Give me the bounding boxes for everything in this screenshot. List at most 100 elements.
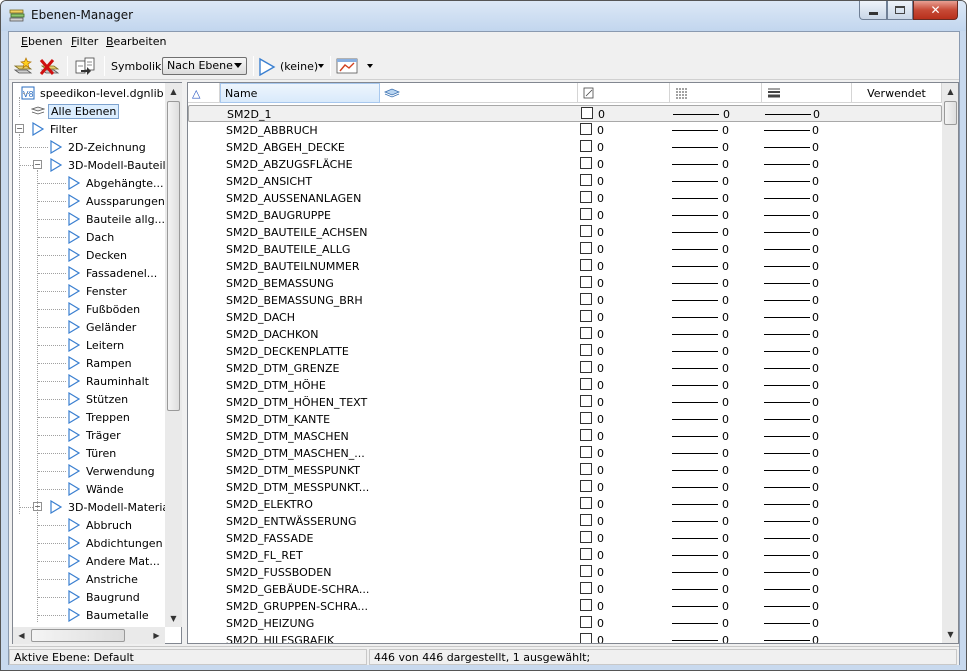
tree-node-filter[interactable]: Dach <box>67 228 116 246</box>
display-checkbox[interactable] <box>580 446 592 458</box>
tree-node-filter[interactable]: Geländer <box>67 318 138 336</box>
scroll-up-icon[interactable]: ▲ <box>165 83 182 100</box>
tree-node-filter[interactable]: Treppen <box>67 408 132 426</box>
table-row[interactable]: SM2D_ABBRUCH 0 0 0 <box>188 122 942 139</box>
tree-node-filter[interactable]: Rauminhalt <box>67 372 151 390</box>
display-checkbox[interactable] <box>580 276 592 288</box>
table-row[interactable]: SM2D_DTM_HÖHEN_TEXT 0 0 0 <box>188 394 942 411</box>
display-checkbox[interactable] <box>580 310 592 322</box>
display-checkbox[interactable] <box>580 140 592 152</box>
display-checkbox[interactable] <box>580 531 592 543</box>
tree-node-filter[interactable]: Abgehängte... <box>67 174 165 192</box>
table-row[interactable]: SM2D_DTM_MESSPUNKT 0 0 0 <box>188 462 942 479</box>
tree-node-filter[interactable]: Andere Mat... <box>67 552 162 570</box>
table-row[interactable]: SM2D_AUSSENANLAGEN 0 0 0 <box>188 190 942 207</box>
table-row[interactable]: SM2D_DACHKON 0 0 0 <box>188 326 942 343</box>
display-checkbox[interactable] <box>580 412 592 424</box>
scroll-left-icon[interactable]: ◀ <box>13 627 30 644</box>
tree-node-filter[interactable]: Rampen <box>67 354 134 372</box>
scroll-thumb[interactable] <box>167 101 180 411</box>
tree-vertical-scrollbar[interactable]: ▲ ▼ <box>165 83 182 627</box>
tree-horizontal-scrollbar[interactable]: ◀ ▶ <box>13 627 165 644</box>
table-row[interactable]: SM2D_ABZUGSFLÄCHE 0 0 0 <box>188 156 942 173</box>
display-checkbox[interactable] <box>580 480 592 492</box>
tree-node-filter[interactable]: Türen <box>67 444 118 462</box>
table-row[interactable]: SM2D_ABGEH_DECKE 0 0 0 <box>188 139 942 156</box>
title-bar[interactable]: Ebenen-Manager ✕ <box>1 1 966 31</box>
display-checkbox[interactable] <box>580 599 592 611</box>
tree-root-library[interactable]: V8 speedikon-level.dgnlib <box>21 84 165 102</box>
table-row[interactable]: SM2D_FL_RET 0 0 0 <box>188 547 942 564</box>
display-checkbox[interactable] <box>580 395 592 407</box>
display-checkbox[interactable] <box>580 548 592 560</box>
display-mode-button[interactable] <box>335 55 361 77</box>
scroll-thumb-horizontal[interactable] <box>31 629 125 642</box>
tree-node-filter[interactable]: Baumetalle <box>67 606 151 623</box>
level-color-column-header[interactable] <box>380 83 578 103</box>
tree-node-filter[interactable]: Fußböden <box>67 300 142 318</box>
used-column-header[interactable]: Verwendet <box>852 83 942 103</box>
display-checkbox[interactable] <box>580 123 592 135</box>
table-row[interactable]: SM2D_ELEKTRO 0 0 0 <box>188 496 942 513</box>
tree-node-filter[interactable]: Baugrund <box>67 588 142 606</box>
tree-filter-root[interactable]: Filter <box>31 120 79 138</box>
display-checkbox[interactable] <box>580 327 592 339</box>
table-row[interactable]: SM2D_BAUTEILE_ACHSEN 0 0 0 <box>188 224 942 241</box>
tree-node-filter[interactable]: Decken <box>67 246 129 264</box>
tree-node-filter[interactable]: Abdichtungen <box>67 534 165 552</box>
tree-node-filter[interactable]: Fassadenel... <box>67 264 159 282</box>
tree-node-filter[interactable]: Anstriche <box>67 570 140 588</box>
display-checkbox[interactable] <box>580 208 592 220</box>
table-row[interactable]: SM2D_FUSSBODEN 0 0 0 <box>188 564 942 581</box>
close-button[interactable]: ✕ <box>913 1 958 20</box>
table-row[interactable]: SM2D_ENTWÄSSERUNG 0 0 0 <box>188 513 942 530</box>
sort-column-header[interactable]: △ <box>188 83 220 103</box>
scroll-up-icon[interactable]: ▲ <box>942 83 958 100</box>
list-vertical-scrollbar[interactable]: ▲ ▼ <box>942 83 958 643</box>
menu-filter[interactable]: Filter <box>71 35 98 48</box>
tree-node-filter[interactable]: Bauteile allg... <box>67 210 165 228</box>
filter-value[interactable]: (keine) <box>280 60 318 73</box>
level-display-button[interactable] <box>73 55 99 77</box>
filter-dropdown-icon[interactable] <box>318 64 324 68</box>
table-row[interactable]: SM2D_BAUTEILNUMMER 0 0 0 <box>188 258 942 275</box>
display-column-header[interactable] <box>578 83 670 103</box>
tree-node-filter[interactable]: Träger <box>67 426 123 444</box>
tree-node-filter[interactable]: Wände <box>67 480 126 498</box>
name-column-header[interactable]: Name <box>220 83 380 103</box>
tree-node-filter[interactable]: Fenster <box>67 282 129 300</box>
table-row[interactable]: SM2D_DTM_HÖHE 0 0 0 <box>188 377 942 394</box>
display-checkbox[interactable] <box>580 157 592 169</box>
style-column-header[interactable] <box>670 83 762 103</box>
tree-all-levels[interactable]: Alle Ebenen <box>31 102 120 120</box>
table-row[interactable]: SM2D_BEMASSUNG 0 0 0 <box>188 275 942 292</box>
filter-button[interactable] <box>258 55 276 77</box>
display-checkbox[interactable] <box>580 616 592 628</box>
table-row[interactable]: SM2D_GRUPPEN-SCHRA... 0 0 0 <box>188 598 942 615</box>
maximize-button[interactable] <box>887 1 913 20</box>
table-row[interactable]: SM2D_DTM_MESSPUNKT... 0 0 0 <box>188 479 942 496</box>
table-row[interactable]: SM2D_DTM_MASCHEN 0 0 0 <box>188 428 942 445</box>
weight-column-header[interactable] <box>762 83 852 103</box>
display-checkbox[interactable] <box>580 259 592 271</box>
tree-node-group[interactable]: 2D-Zeichnung <box>49 138 148 156</box>
tree-node-group[interactable]: 3D-Modell-Material <box>49 498 165 516</box>
table-row[interactable]: SM2D_BAUTEILE_ALLG 0 0 0 <box>188 241 942 258</box>
table-row[interactable]: SM2D_DACH 0 0 0 <box>188 309 942 326</box>
display-checkbox[interactable] <box>580 293 592 305</box>
scroll-thumb[interactable] <box>944 101 957 125</box>
collapse-icon[interactable]: − <box>15 124 24 133</box>
display-checkbox[interactable] <box>580 225 592 237</box>
table-row[interactable]: SM2D_FASSADE 0 0 0 <box>188 530 942 547</box>
table-row[interactable]: SM2D_HEIZUNG 0 0 0 <box>188 615 942 632</box>
display-checkbox[interactable] <box>580 463 592 475</box>
display-checkbox[interactable] <box>580 497 592 509</box>
menu-bearbeiten[interactable]: Bearbeiten <box>106 35 166 48</box>
tree-node-filter[interactable]: Leitern <box>67 336 126 354</box>
table-row[interactable]: SM2D_DTM_MASCHEN_... 0 0 0 <box>188 445 942 462</box>
table-row[interactable]: SM2D_GEBÄUDE-SCHRA... 0 0 0 <box>188 581 942 598</box>
display-checkbox[interactable] <box>580 344 592 356</box>
display-checkbox[interactable] <box>580 429 592 441</box>
collapse-icon[interactable]: − <box>33 160 42 169</box>
delete-level-button[interactable] <box>37 55 61 77</box>
